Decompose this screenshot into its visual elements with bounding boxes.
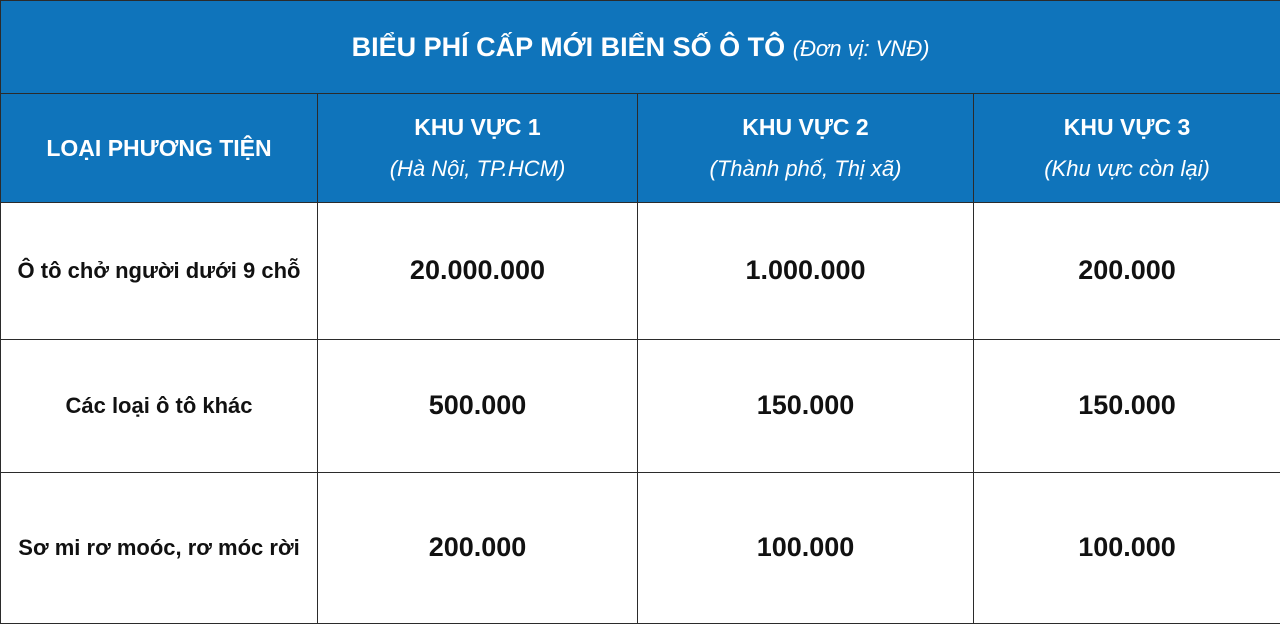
vehicle-type-cell: Các loại ô tô khác <box>0 338 318 473</box>
column-header-zone-2: KHU VỰC 2 (Thành phố, Thị xã) <box>637 93 974 204</box>
fee-cell-zone-1: 20.000.000 <box>317 202 638 340</box>
zone-1-subtitle: (Hà Nội, TP.HCM) <box>389 156 566 182</box>
table-row: Ô tô chở người dưới 9 chỗ 20.000.000 1.0… <box>0 202 1280 340</box>
fee-cell-zone-3: 150.000 <box>972 338 1280 473</box>
fee-cell-zone-3: 200.000 <box>972 202 1280 340</box>
zone-3-name: KHU VỰC 3 <box>1063 114 1191 141</box>
column-header-vehicle: LOẠI PHƯƠNG TIỆN <box>0 93 318 204</box>
zone-2-name: KHU VỰC 2 <box>742 114 869 141</box>
fee-cell-zone-2: 1.000.000 <box>637 202 974 340</box>
table-title: BIỂU PHÍ CẤP MỚI BIỂN SỐ Ô TÔ (Đơn vị: V… <box>0 0 1280 95</box>
fee-cell-zone-2: 150.000 <box>637 338 974 473</box>
column-header-zone-3: KHU VỰC 3 (Khu vực còn lại) <box>972 93 1280 204</box>
column-header-zone-1: KHU VỰC 1 (Hà Nội, TP.HCM) <box>317 93 638 204</box>
table-row: Sơ mi rơ moóc, rơ móc rời 200.000 100.00… <box>0 471 1280 624</box>
fee-cell-zone-1: 200.000 <box>317 471 638 624</box>
vehicle-type-cell: Ô tô chở người dưới 9 chỗ <box>0 202 318 340</box>
table-row: Các loại ô tô khác 500.000 150.000 150.0… <box>0 338 1280 473</box>
fee-table: BIỂU PHÍ CẤP MỚI BIỂN SỐ Ô TÔ (Đơn vị: V… <box>0 0 1280 624</box>
zone-2-subtitle: (Thành phố, Thị xã) <box>709 156 902 182</box>
fee-cell-zone-3: 100.000 <box>972 471 1280 624</box>
fee-cell-zone-2: 100.000 <box>637 471 974 624</box>
title-row: BIỂU PHÍ CẤP MỚI BIỂN SỐ Ô TÔ (Đơn vị: V… <box>0 0 1280 95</box>
vehicle-type-cell: Sơ mi rơ moóc, rơ móc rời <box>0 471 318 624</box>
zone-3-subtitle: (Khu vực còn lại) <box>1044 156 1210 182</box>
title-unit: (Đơn vị: VNĐ) <box>792 35 930 61</box>
fee-cell-zone-1: 500.000 <box>317 338 638 473</box>
zone-1-name: KHU VỰC 1 <box>414 114 541 141</box>
column-header-row: LOẠI PHƯƠNG TIỆN KHU VỰC 1 (Hà Nội, TP.H… <box>0 93 1280 204</box>
title-main: BIỂU PHÍ CẤP MỚI BIỂN SỐ Ô TÔ <box>351 31 786 62</box>
